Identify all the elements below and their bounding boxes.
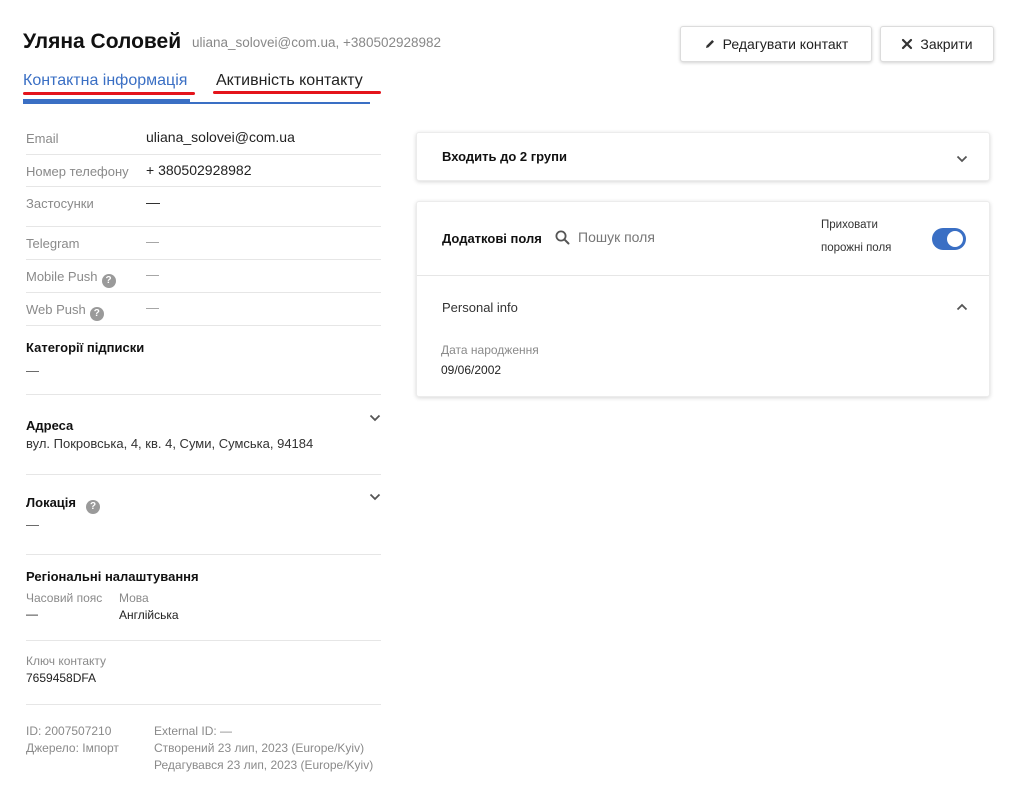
chevron-up-icon[interactable] [955,300,969,314]
web-push-label: Web Push? [26,302,104,321]
divider [26,259,381,260]
hide-empty-label-line2: порожні поля [821,242,892,254]
close-label: Закрити [920,36,973,52]
timezone-label: Часовий пояс [26,591,103,605]
location-title: Локація? [26,495,100,514]
divider [26,154,381,155]
toggle-knob [947,231,963,247]
groups-card[interactable]: Входить до 2 групи [416,132,990,181]
edited-date: Редагувався 23 лип, 2023 (Europe/Kyiv) [154,758,374,772]
location-title-text: Локація [26,495,76,510]
help-icon[interactable]: ? [89,306,104,321]
web-push-value: — [146,300,159,315]
divider [26,474,381,475]
apps-value: — [146,194,160,210]
address-title: Адреса [26,418,74,433]
divider [26,226,381,227]
email-value: uliana_solovei@com.ua [146,129,295,145]
language-label: Мова [119,591,149,605]
edit-contact-button[interactable]: Редагувати контакт [680,26,872,62]
contact-subtitle: uliana_solovei@com.ua, +380502928982 [192,35,442,50]
tab-contact-info[interactable]: Контактна інформація [23,72,187,90]
pencil-icon [704,38,716,50]
email-label: Email [26,131,59,146]
regional-title: Регіональні налаштування [26,569,199,584]
annotation-underline-contact [23,92,195,95]
personal-info-title: Personal info [442,300,518,315]
additional-fields-title: Додаткові поля [442,231,542,246]
language-value: Англійська [119,608,179,622]
chevron-down-icon[interactable] [368,411,382,425]
divider [417,275,989,276]
chevron-down-icon[interactable] [955,152,969,166]
edit-contact-label: Редагувати контакт [722,36,849,52]
contact-id: ID: 2007507210 [26,724,112,738]
divider [26,554,381,555]
tab-contact-activity[interactable]: Активність контакту [216,72,363,90]
web-push-text: Web Push [26,302,86,317]
close-button[interactable]: Закрити [880,26,994,62]
divider [26,325,381,326]
hide-empty-label-line1: Приховати [821,219,878,231]
contact-name: Уляна Соловей [23,30,182,53]
mobile-push-text: Mobile Push [26,269,98,284]
apps-label: Застосунки [26,196,94,211]
divider [26,394,381,395]
phone-label: Номер телефону [26,164,129,179]
location-value: — [26,517,39,532]
help-icon[interactable]: ? [86,499,100,514]
mobile-push-label: Mobile Push? [26,269,116,288]
address-value: вул. Покровська, 4, кв. 4, Суми, Сумська… [26,436,314,451]
phone-value: + 380502928982 [146,162,252,178]
contact-key-value: 7659458DFA [26,671,97,685]
field-search[interactable]: Пошук поля [555,229,655,245]
chevron-down-icon[interactable] [368,490,382,504]
divider [26,704,381,705]
subscription-title: Категорії підписки [26,340,145,355]
search-icon [555,230,570,245]
divider [26,292,381,293]
external-id: External ID: — [154,724,233,738]
mobile-push-value: — [146,267,159,282]
telegram-value: — [146,234,159,249]
close-icon [901,38,913,50]
help-icon[interactable]: ? [101,273,116,288]
timezone-value: — [26,607,38,621]
subscription-value: — [26,363,39,378]
tabs-underline [23,102,370,104]
telegram-label: Telegram [26,236,80,251]
active-tab-indicator [23,99,190,102]
annotation-underline-activity [213,91,381,94]
additional-fields-card: Додаткові поля Пошук поля Приховати поро… [416,201,990,397]
contact-key-label: Ключ контакту [26,654,107,668]
groups-title: Входить до 2 групи [442,149,568,164]
hide-empty-toggle[interactable] [932,228,966,250]
contact-source: Джерело: Імпорт [26,741,119,755]
birthdate-label: Дата народження [441,343,539,357]
birthdate-value: 09/06/2002 [441,363,502,377]
field-search-input[interactable]: Пошук поля [578,229,655,245]
divider [26,186,381,187]
created-date: Створений 23 лип, 2023 (Europe/Kyiv) [154,741,365,755]
divider [26,640,381,641]
